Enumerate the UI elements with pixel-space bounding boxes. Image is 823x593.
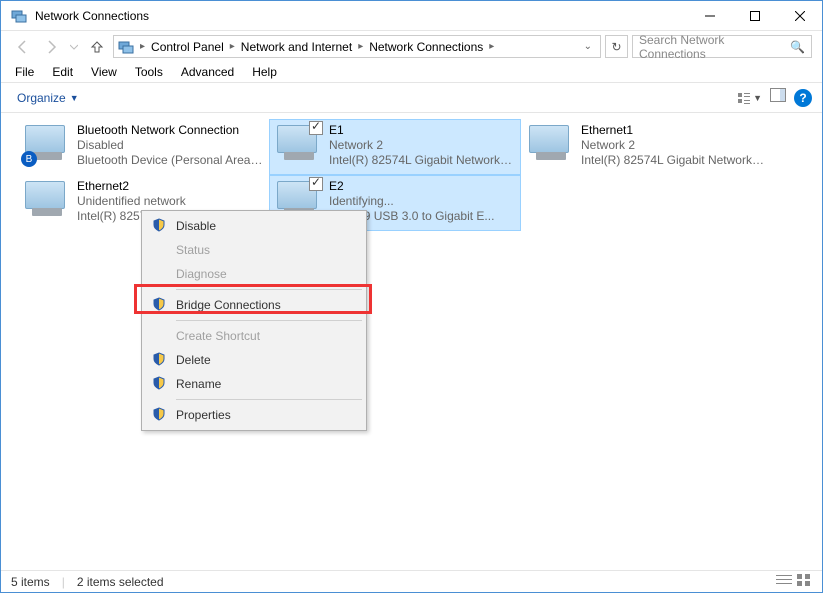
ctx-separator	[176, 399, 362, 400]
content-area: BBluetooth Network ConnectionDisabledBlu…	[1, 113, 822, 571]
connection-status: Network 2	[581, 138, 767, 153]
connection-name: Ethernet2	[77, 179, 186, 194]
checkbox-checked-icon	[309, 177, 323, 191]
details-view-icon[interactable]	[776, 573, 792, 590]
connection-device: Intel(R) 82574L Gigabit Network C...	[329, 153, 515, 168]
toolbar: Organize ▼ ▼ ?	[1, 83, 822, 113]
ctx-shortcut-label: Create Shortcut	[176, 329, 260, 343]
connection-device: Intel(R) 82574L Gigabit Network C...	[581, 153, 767, 168]
menu-bar: File Edit View Tools Advanced Help	[1, 62, 822, 83]
ctx-disable[interactable]: Disable	[144, 214, 364, 238]
app-icon	[11, 8, 27, 24]
shield-icon	[152, 218, 166, 235]
ctx-delete-label: Delete	[176, 353, 211, 367]
network-adapter-icon: B	[23, 123, 71, 163]
location-icon	[118, 39, 134, 55]
connection-text: E1Network 2Intel(R) 82574L Gigabit Netwo…	[329, 123, 515, 168]
ctx-status-label: Status	[176, 243, 210, 257]
ctx-diagnose-label: Diagnose	[176, 267, 227, 281]
network-adapter-icon	[275, 123, 323, 163]
ctx-rename[interactable]: Rename	[144, 372, 364, 396]
connection-text: Ethernet1Network 2Intel(R) 82574L Gigabi…	[581, 123, 767, 168]
connection-name: Bluetooth Network Connection	[77, 123, 263, 138]
search-input[interactable]: Search Network Connections 🔍	[632, 35, 812, 58]
ctx-properties-label: Properties	[176, 408, 231, 422]
ctx-diagnose: Diagnose	[144, 262, 364, 286]
connection-device: Bluetooth Device (Personal Area ...	[77, 153, 263, 168]
menu-view[interactable]: View	[83, 63, 125, 81]
help-button[interactable]: ?	[794, 89, 812, 107]
chevron-right-icon[interactable]: ▸	[228, 41, 237, 52]
ctx-delete[interactable]: Delete	[144, 348, 364, 372]
ctx-status: Status	[144, 238, 364, 262]
up-button[interactable]	[85, 35, 109, 59]
connection-item[interactable]: E1Network 2Intel(R) 82574L Gigabit Netwo…	[269, 119, 521, 175]
connection-status: Identifying...	[329, 194, 494, 209]
recent-dropdown[interactable]	[67, 35, 81, 59]
connection-name: Ethernet1	[581, 123, 767, 138]
network-adapter-icon	[23, 179, 71, 219]
breadcrumb-network-internet[interactable]: Network and Internet	[237, 40, 356, 54]
shield-icon	[152, 376, 166, 393]
status-item-count: 5 items	[11, 575, 50, 589]
connection-text: Bluetooth Network ConnectionDisabledBlue…	[77, 123, 263, 168]
window-title: Network Connections	[35, 9, 687, 23]
large-icons-view-icon[interactable]	[796, 573, 812, 590]
connection-name: E1	[329, 123, 515, 138]
forward-button[interactable]	[39, 35, 63, 59]
address-bar-row: ▸ Control Panel ▸ Network and Internet ▸…	[1, 31, 822, 62]
menu-help[interactable]: Help	[244, 63, 285, 81]
search-placeholder: Search Network Connections	[639, 33, 790, 61]
status-bar: 5 items | 2 items selected	[1, 570, 822, 592]
menu-file[interactable]: File	[7, 63, 42, 81]
shield-icon	[152, 407, 166, 424]
chevron-right-icon[interactable]: ▸	[487, 41, 496, 52]
ctx-rename-label: Rename	[176, 377, 221, 391]
shield-icon	[152, 352, 166, 369]
menu-edit[interactable]: Edit	[44, 63, 81, 81]
search-icon: 🔍	[790, 40, 805, 54]
context-menu: Disable Status Diagnose Bridge Connectio…	[141, 210, 367, 431]
ctx-bridge-connections[interactable]: Bridge Connections	[144, 293, 364, 317]
ctx-create-shortcut: Create Shortcut	[144, 324, 364, 348]
titlebar: Network Connections	[1, 1, 822, 31]
status-separator: |	[62, 575, 65, 589]
shield-icon	[152, 297, 166, 314]
ctx-properties[interactable]: Properties	[144, 403, 364, 427]
menu-tools[interactable]: Tools	[127, 63, 171, 81]
connection-name: E2	[329, 179, 494, 194]
address-box[interactable]: ▸ Control Panel ▸ Network and Internet ▸…	[113, 35, 601, 58]
ctx-separator	[176, 320, 362, 321]
connection-item[interactable]: BBluetooth Network ConnectionDisabledBlu…	[17, 119, 269, 175]
connection-status: Network 2	[329, 138, 515, 153]
refresh-button[interactable]: ↻	[605, 35, 628, 58]
connection-item[interactable]: Ethernet1Network 2Intel(R) 82574L Gigabi…	[521, 119, 773, 175]
view-options-button[interactable]: ▼	[737, 91, 762, 105]
chevron-right-icon[interactable]: ▸	[138, 41, 147, 52]
maximize-button[interactable]	[732, 1, 777, 31]
address-dropdown[interactable]: ⌄	[580, 41, 596, 52]
minimize-button[interactable]	[687, 1, 732, 31]
network-adapter-icon	[527, 123, 575, 163]
menu-advanced[interactable]: Advanced	[173, 63, 242, 81]
organize-label: Organize	[17, 91, 66, 105]
chevron-down-icon: ▼	[70, 93, 79, 103]
breadcrumb-network-connections[interactable]: Network Connections	[365, 40, 487, 54]
chevron-right-icon[interactable]: ▸	[356, 41, 365, 52]
ctx-bridge-label: Bridge Connections	[176, 298, 281, 312]
connection-grid: BBluetooth Network ConnectionDisabledBlu…	[17, 119, 822, 231]
ctx-separator	[176, 289, 362, 290]
connection-status: Unidentified network	[77, 194, 186, 209]
checkbox-checked-icon	[309, 121, 323, 135]
bluetooth-badge-icon: B	[21, 151, 37, 167]
ctx-disable-label: Disable	[176, 219, 216, 233]
organize-button[interactable]: Organize ▼	[11, 89, 85, 107]
status-selected-count: 2 items selected	[77, 575, 164, 589]
back-button[interactable]	[11, 35, 35, 59]
preview-pane-button[interactable]	[770, 88, 786, 107]
breadcrumb-control-panel[interactable]: Control Panel	[147, 40, 228, 54]
connection-status: Disabled	[77, 138, 263, 153]
close-button[interactable]	[777, 1, 822, 31]
